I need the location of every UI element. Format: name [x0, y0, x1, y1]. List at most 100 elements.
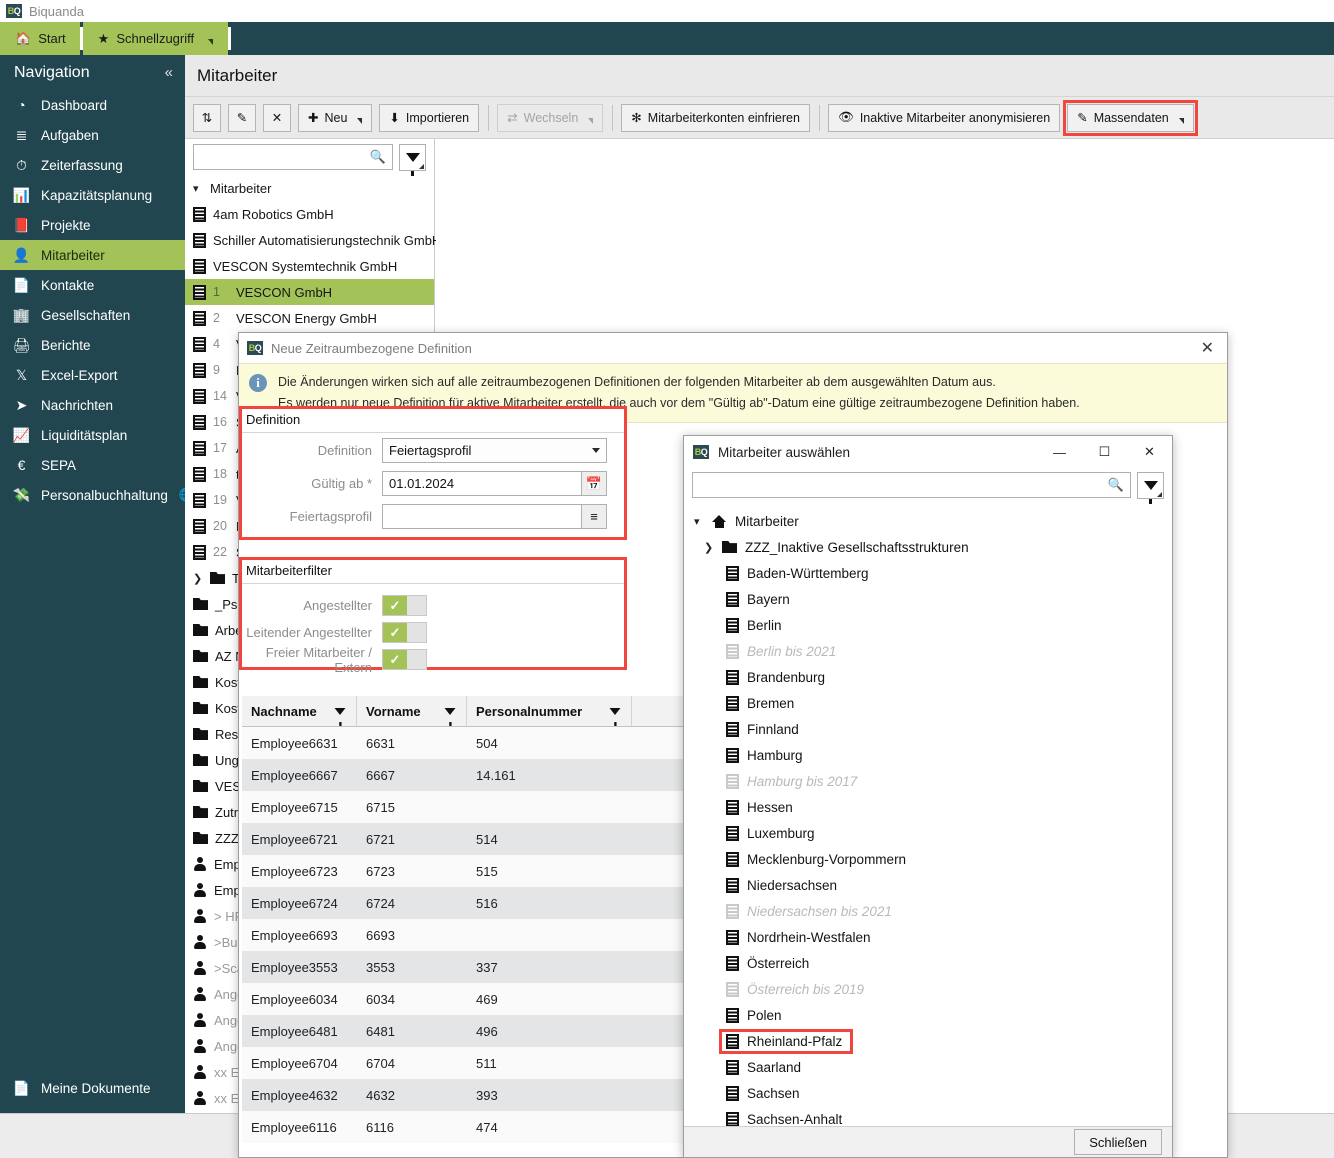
chevron-right-icon[interactable]: ❯	[704, 541, 714, 554]
list-item[interactable]: Niedersachsen	[684, 872, 1172, 898]
filter-icon[interactable]	[334, 707, 346, 726]
tree-row-selected[interactable]: 1 VESCON GmbH	[185, 279, 434, 305]
list-item-label: Hamburg	[747, 747, 803, 763]
list-item[interactable]: Berlin bis 2021	[684, 638, 1172, 664]
list-item[interactable]: Sachsen-Anhalt	[684, 1106, 1172, 1128]
definition-select[interactable]: Feiertagsprofil	[382, 438, 607, 463]
delete-button[interactable]: ✕	[263, 103, 291, 132]
tree-row[interactable]: Schiller Automatisierungstechnik GmbH	[185, 227, 441, 253]
toggle-freier-mitarbeiter[interactable]: ✓	[382, 649, 427, 670]
list-item[interactable]: Saarland	[684, 1054, 1172, 1080]
tree-root-mitarbeiter[interactable]: ▾ Mitarbeiter	[684, 508, 1172, 534]
folder-icon	[193, 806, 208, 818]
sidebar-item-gesellschaften[interactable]: 🏢 Gesellschaften	[0, 300, 185, 330]
valid-from-input[interactable]: 01.01.2024	[382, 471, 582, 496]
printer-icon: 🖨	[12, 336, 31, 353]
contact-card-icon: 📄	[12, 276, 31, 293]
tree-root-mitarbeiter[interactable]: ▾ Mitarbeiter	[185, 175, 434, 201]
anonymize-button[interactable]: 👁 Inaktive Mitarbeiter anonymisieren	[827, 103, 1061, 132]
edit-button[interactable]: ✎	[228, 103, 256, 132]
list-item[interactable]: Finnland	[684, 716, 1172, 742]
list-item[interactable]: Bremen	[684, 690, 1172, 716]
tab-start[interactable]: 🏠 Start	[0, 22, 80, 55]
profile-input[interactable]	[382, 504, 582, 529]
sidebar-item-projekte[interactable]: 📕 Projekte	[0, 210, 185, 240]
dialog-select-footer: Schließen	[684, 1126, 1172, 1157]
sidebar-item-zeiterfassung[interactable]: ⏱ Zeiterfassung	[0, 150, 185, 180]
list-item-rheinland-pfalz[interactable]: Rheinland-Pfalz	[684, 1028, 1172, 1054]
list-item[interactable]: Hamburg bis 2017	[684, 768, 1172, 794]
list-item[interactable]: Nordrhein-Westfalen	[684, 924, 1172, 950]
building-icon	[726, 851, 739, 867]
edit-icon: ✎	[236, 111, 248, 125]
tab-schnellzugriff[interactable]: ★ Schnellzugriff	[82, 22, 229, 55]
sidebar-item-sepa[interactable]: € SEPA	[0, 450, 185, 480]
sidebar-item-dashboard[interactable]: ◔ Dashboard	[0, 90, 185, 120]
sidebar-item-aufgaben[interactable]: ≣ Aufgaben	[0, 120, 185, 150]
list-item[interactable]: ❯ ZZZ_Inaktive Gesellschaftsstrukturen	[684, 534, 1172, 560]
sidebar-item-berichte[interactable]: 🖨 Berichte	[0, 330, 185, 360]
list-item[interactable]: Bayern	[684, 586, 1172, 612]
close-button[interactable]: Schließen	[1074, 1129, 1162, 1155]
filter-icon[interactable]	[609, 707, 621, 726]
building-icon	[726, 643, 739, 659]
list-item[interactable]: Mecklenburg-Vorpommern	[684, 846, 1172, 872]
tree-row[interactable]: VESCON Systemtechnik GmbH	[185, 253, 434, 279]
import-button[interactable]: ⬇ Importieren	[379, 103, 480, 132]
list-item[interactable]: Hamburg	[684, 742, 1172, 768]
filter-icon[interactable]	[444, 707, 456, 726]
dialog-select-search-input[interactable]: 🔍	[692, 472, 1131, 498]
list-item[interactable]: Baden-Württemberg	[684, 560, 1172, 586]
list-item[interactable]: Niedersachsen bis 2021	[684, 898, 1172, 924]
column-header-nachname[interactable]: Nachname	[242, 696, 357, 726]
minimize-icon[interactable]: —	[1037, 437, 1082, 468]
close-icon[interactable]: ✕	[1127, 437, 1172, 468]
collapse-sidebar-icon[interactable]: «	[165, 64, 173, 81]
tree-search-input[interactable]: 🔍	[193, 144, 393, 170]
sidebar-item-kontakte[interactable]: 📄 Kontakte	[0, 270, 185, 300]
toggle-leitender-angestellter[interactable]: ✓	[382, 622, 427, 643]
tree-row[interactable]: 4am Robotics GmbH	[185, 201, 434, 227]
freeze-accounts-button[interactable]: ✻ Mitarbeiterkonten einfrieren	[621, 103, 810, 132]
list-item[interactable]: Berlin	[684, 612, 1172, 638]
sidebar-item-meine-dokumente[interactable]: 📄 Meine Dokumente	[0, 1080, 185, 1097]
home-icon: 🏠	[15, 30, 32, 46]
dialog-select-filter-button[interactable]	[1137, 471, 1164, 504]
building-icon	[193, 518, 206, 534]
list-item[interactable]: Sachsen	[684, 1080, 1172, 1106]
sidebar-item-kapazitaetsplanung[interactable]: 📊 Kapazitätsplanung	[0, 180, 185, 210]
sidebar-item-liquiditaetsplan[interactable]: 📈 Liquiditätsplan	[0, 420, 185, 450]
calendar-button[interactable]: 📅	[582, 471, 607, 496]
refresh-icon: ⇅	[201, 111, 213, 125]
list-item[interactable]: Hessen	[684, 794, 1172, 820]
tree-filter-button[interactable]	[399, 143, 426, 176]
tree-item-number: 22	[213, 545, 227, 559]
building-icon	[193, 544, 206, 560]
list-item[interactable]: Österreich	[684, 950, 1172, 976]
list-item[interactable]: Polen	[684, 1002, 1172, 1028]
tree-row[interactable]: 2 VESCON Energy GmbH	[185, 305, 434, 331]
field-row-definition: Definition Feiertagsprofil	[242, 435, 624, 466]
close-icon[interactable]: ✕	[1196, 338, 1219, 358]
import-button-label: Importieren	[405, 110, 470, 125]
folder-icon	[193, 702, 208, 714]
switch-button[interactable]: ⇄ Wechseln	[497, 103, 604, 132]
column-header-vorname[interactable]: Vorname	[357, 696, 467, 726]
list-item[interactable]: Luxemburg	[684, 820, 1172, 846]
sidebar-item-excel-export[interactable]: 𝕏 Excel-Export	[0, 360, 185, 390]
list-item-label: Sachsen-Anhalt	[747, 1111, 843, 1127]
column-header-personalnummer[interactable]: Personalnummer	[467, 696, 632, 726]
massdata-button[interactable]: ✎ Massendaten	[1063, 99, 1198, 136]
sidebar-item-mitarbeiter[interactable]: 👤 Mitarbeiter	[0, 240, 185, 270]
sidebar-item-nachrichten[interactable]: ➤ Nachrichten	[0, 390, 185, 420]
list-item[interactable]: Österreich bis 2019	[684, 976, 1172, 1002]
profile-lookup-button[interactable]: ≡	[582, 504, 607, 529]
list-item[interactable]: Brandenburg	[684, 664, 1172, 690]
tree-item-number: 1	[213, 285, 220, 299]
chevron-down-icon[interactable]: ▾	[694, 515, 704, 528]
toggle-angestellter[interactable]: ✓	[382, 595, 427, 616]
maximize-icon[interactable]: ☐	[1082, 437, 1127, 468]
refresh-button[interactable]: ⇅	[193, 103, 221, 132]
sidebar-item-personalbuchhaltung[interactable]: 💸 Personalbuchhaltung 🌐	[0, 480, 195, 510]
new-button[interactable]: ✚ Neu	[298, 103, 373, 132]
